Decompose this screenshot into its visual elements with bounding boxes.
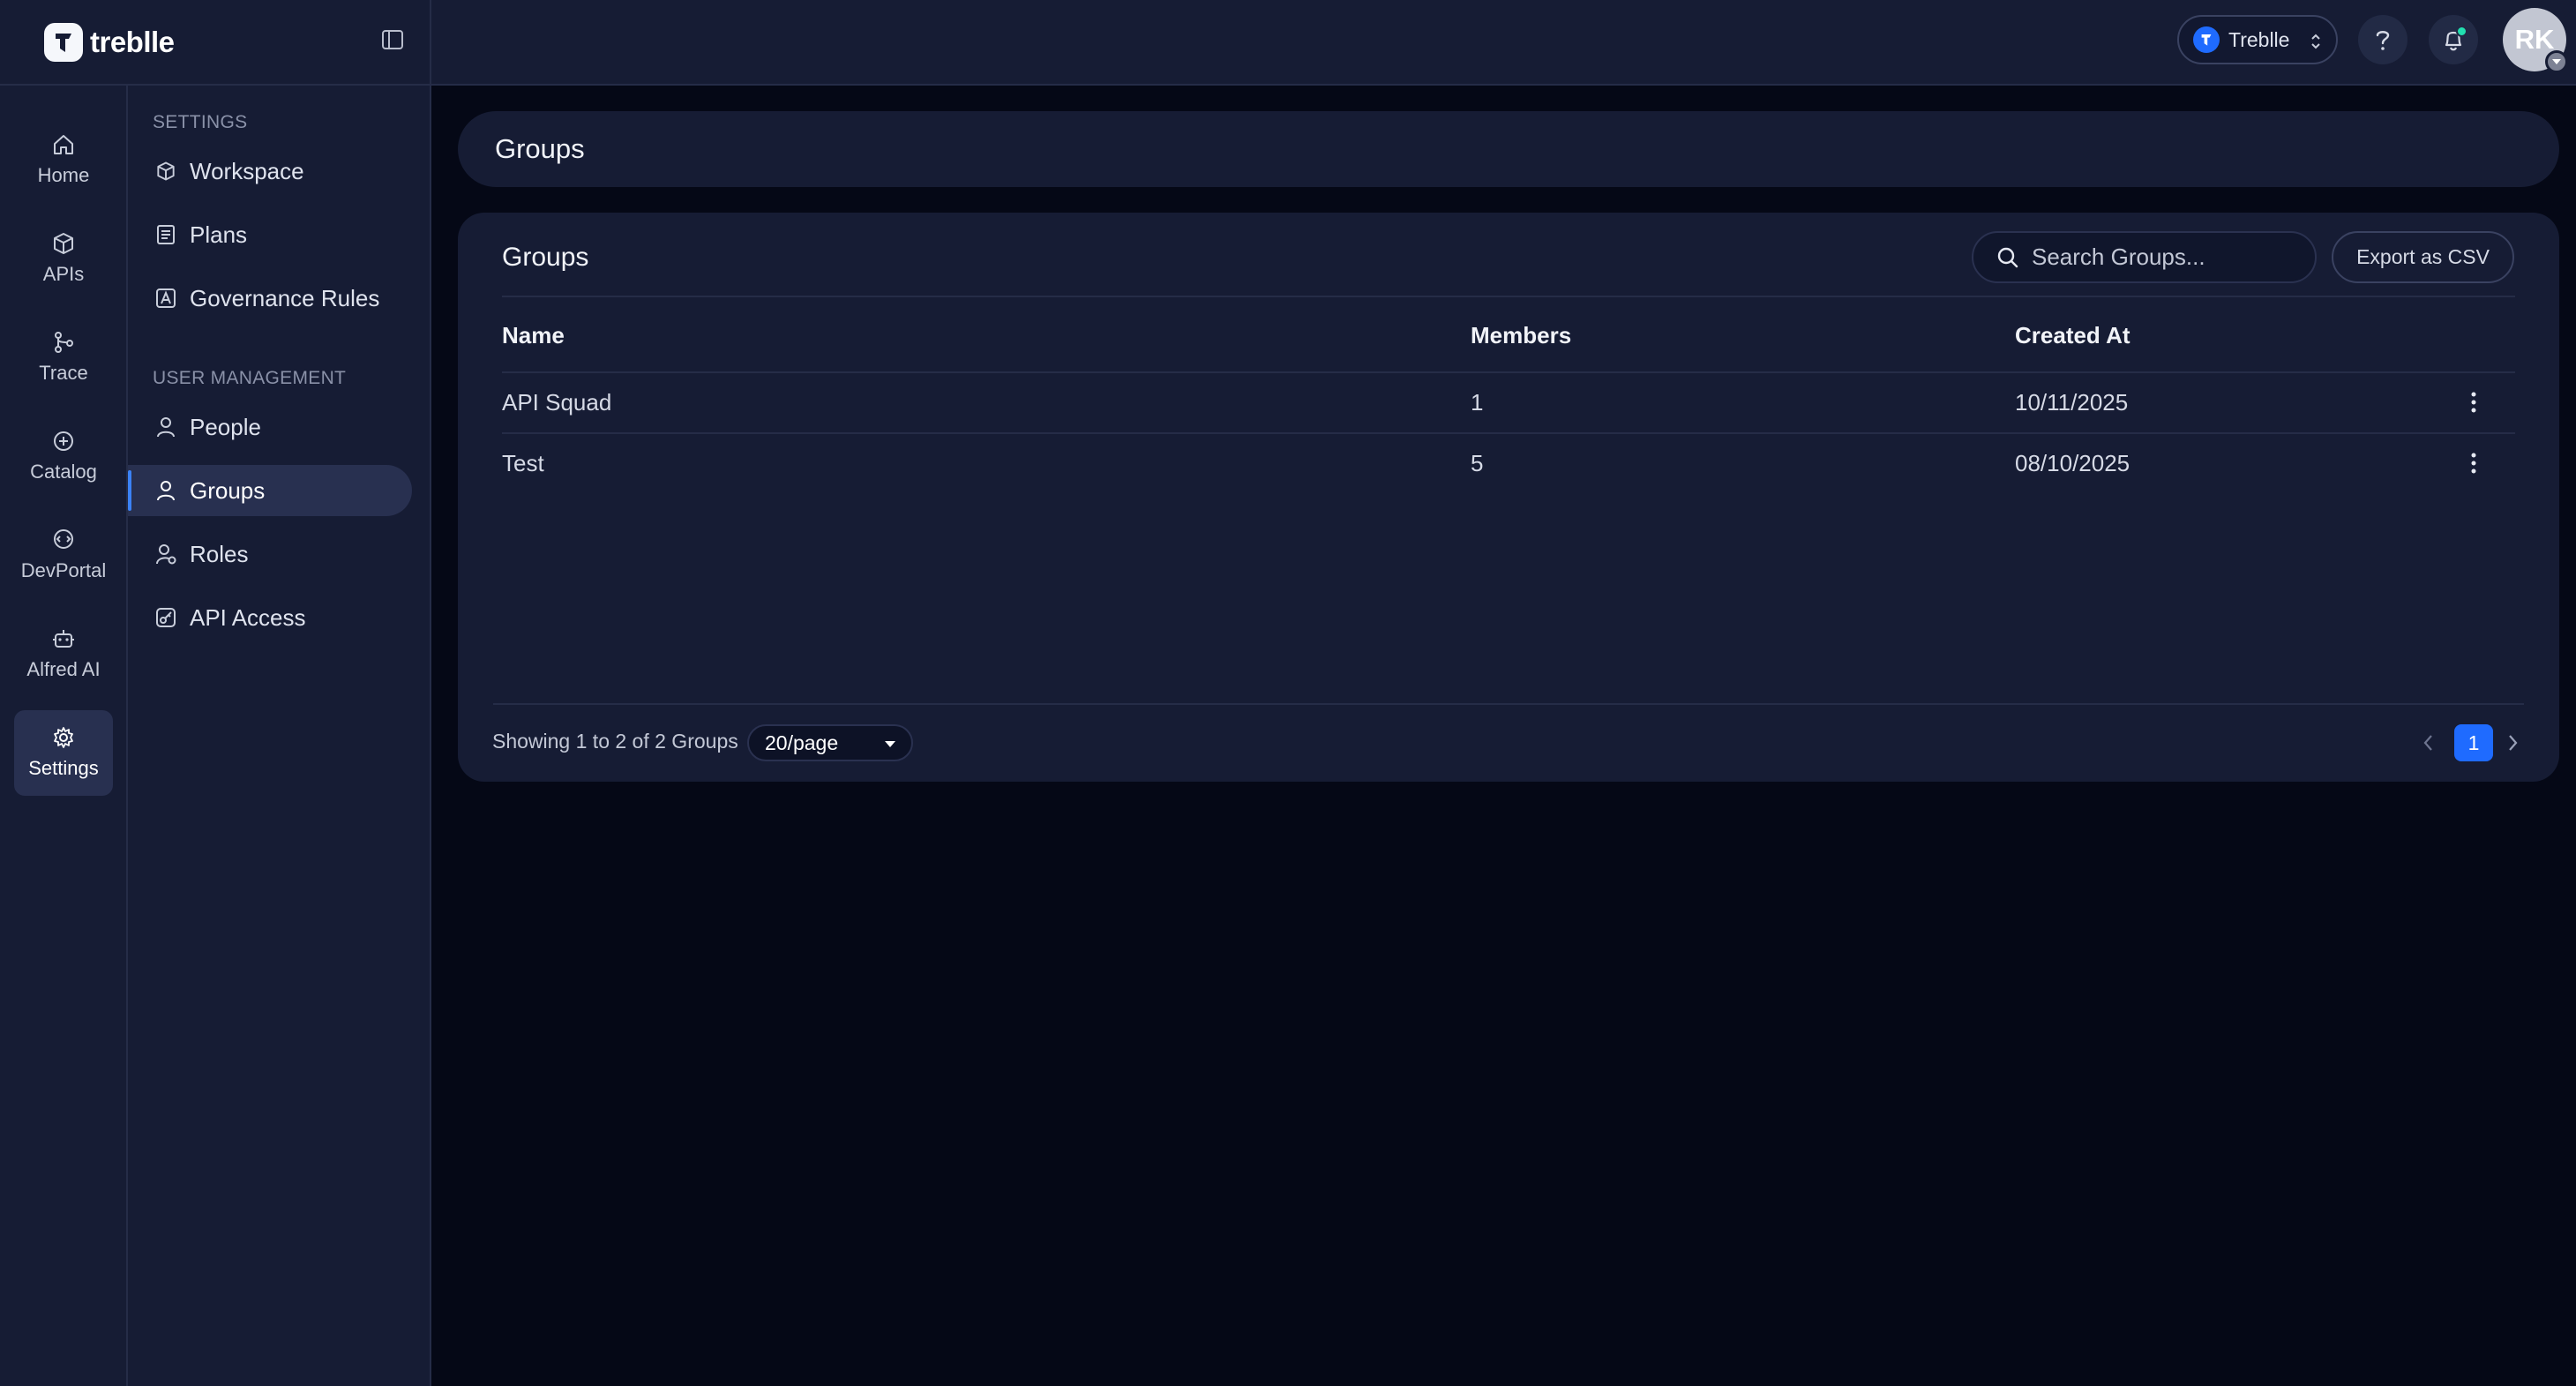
help-button[interactable] [2358,15,2408,64]
avatar-caret-icon [2545,50,2568,73]
workspace-logo-icon [2193,26,2220,53]
cell-created-at: 10/11/2025 [2015,389,2129,416]
help-icon [2372,27,2393,52]
avatar-initials: RK [2514,24,2555,55]
portal-icon [50,527,77,553]
rail-label: Trace [39,362,88,384]
rail-label: Settings [28,757,99,779]
export-csv-button[interactable]: Export as CSV [2332,231,2514,283]
rail-item-apis[interactable]: APIs [14,216,113,302]
rail-item-trace[interactable]: Trace [14,315,113,401]
brand-bar: treblle [0,0,431,86]
rail-item-alfred-ai[interactable]: Alfred AI [14,611,113,697]
cell-created-at: 08/10/2025 [2015,450,2130,476]
rail-label: APIs [42,263,85,285]
more-options-icon[interactable] [2460,386,2487,419]
pagination-summary: Showing 1 to 2 of 2 Groups [492,730,738,753]
sidebar-toggle-icon[interactable] [379,26,406,53]
cell-name: API Squad [502,389,612,416]
cube-icon [154,160,177,183]
column-header-name[interactable]: Name [502,322,565,349]
home-icon [50,131,77,158]
column-header-created-at[interactable]: Created At [2015,322,2130,349]
rail-label: Home [37,164,90,186]
cube-icon [50,230,77,257]
nav-label: Roles [190,540,249,567]
table-header: Name Members Created At [458,301,2559,371]
icon-rail: Home APIs Trace Catalog DevPortal Alfred… [0,86,128,1386]
rail-item-home[interactable]: Home [14,117,113,203]
rail-item-devportal[interactable]: DevPortal [14,513,113,598]
page-number-current[interactable]: 1 [2454,724,2493,761]
section-title-settings: SETTINGS [153,112,248,132]
brand-name: treblle [90,25,175,58]
rail-label: Alfred AI [26,658,101,680]
card-title: Groups [502,243,589,272]
section-title-user-management: USER MANAGEMENT [153,368,347,388]
search-icon [1996,246,2019,269]
cell-members: 1 [1471,389,1484,416]
caret-down-icon [883,738,897,749]
robot-icon [50,626,77,652]
catalog-icon [50,428,77,454]
header-divider [502,296,2515,297]
treblle-logo-icon [44,22,83,62]
cell-name: Test [502,450,544,476]
notifications-button[interactable] [2429,15,2478,64]
cell-members: 5 [1471,450,1484,476]
nav-label: People [190,413,261,440]
user-icon [154,416,177,438]
table-row[interactable]: Test 5 08/10/2025 [458,434,2559,494]
rules-icon [154,287,177,310]
top-bar: Treblle RK [431,0,2576,86]
nav-label: API Access [190,603,306,631]
chevron-right-icon[interactable] [2506,731,2520,754]
page-title: Groups [495,133,585,164]
rail-label: DevPortal [20,559,107,581]
page-header: Groups [458,111,2559,187]
nav-label: Plans [190,221,248,248]
settings-nav: SETTINGS Workspace Plans Governance Rule… [128,86,431,1386]
gear-icon [50,724,77,751]
user-avatar[interactable]: RK [2503,8,2568,73]
workspace-name: Treblle [2228,27,2290,51]
nav-label: Groups [190,476,266,504]
column-header-members[interactable]: Members [1471,322,1571,349]
search-input[interactable] [2032,243,2296,271]
nav-item-groups[interactable]: Groups [128,465,412,516]
nav-item-api-access[interactable]: API Access [128,592,412,643]
workspace-switcher[interactable]: Treblle [2177,15,2338,64]
page-size-value: 20/page [765,730,839,754]
more-options-icon[interactable] [2460,446,2487,480]
user-role-icon [154,543,177,566]
page-size-select[interactable]: 20/page [747,724,913,761]
chevron-left-icon[interactable] [2421,731,2435,754]
nav-label: Governance Rules [190,284,380,311]
branch-icon [50,329,77,356]
nav-item-roles[interactable]: Roles [128,528,412,580]
rail-label: Catalog [30,461,97,483]
search-box[interactable] [1972,231,2317,283]
footer-divider [493,703,2524,705]
nav-item-governance-rules[interactable]: Governance Rules [128,273,412,324]
nav-label: Workspace [190,157,304,184]
groups-card: Groups Export as CSV Name Members Create… [458,213,2559,782]
rail-item-catalog[interactable]: Catalog [14,414,113,499]
user-icon [154,479,177,502]
notification-dot [2456,26,2467,37]
nav-item-plans[interactable]: Plans [128,209,412,260]
nav-item-workspace[interactable]: Workspace [128,146,412,197]
chevron-updown-icon [2310,32,2322,51]
document-icon [154,223,177,246]
nav-item-people[interactable]: People [128,401,412,453]
key-icon [154,606,177,629]
rail-item-settings[interactable]: Settings [14,710,113,796]
table-row[interactable]: API Squad 1 10/11/2025 [458,373,2559,433]
